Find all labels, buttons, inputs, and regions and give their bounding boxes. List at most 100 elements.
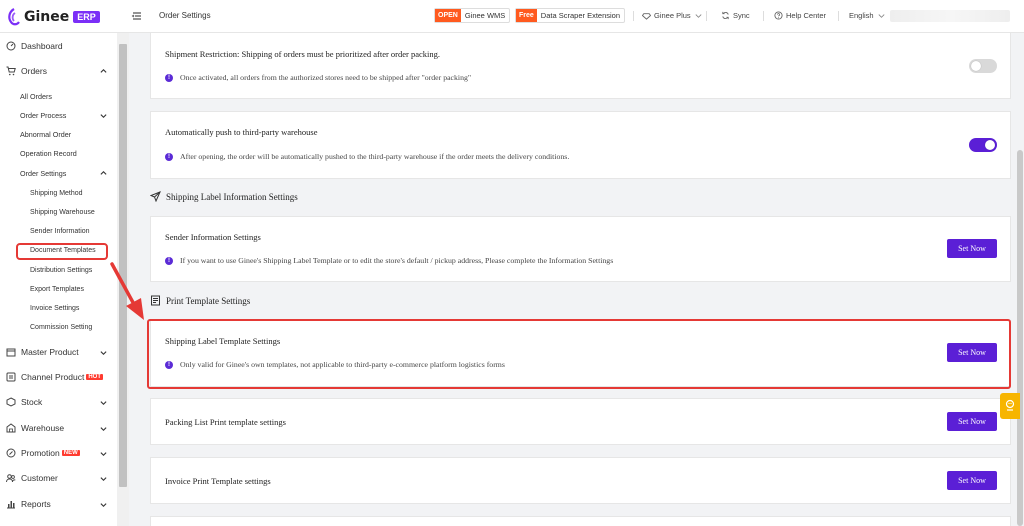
chevron-down-icon <box>100 502 107 507</box>
card-title: Sender Information Settings <box>165 232 261 242</box>
document-templates-highlight <box>16 243 108 260</box>
invoice-print-card: Invoice Print Template settings Set Now <box>150 457 1011 504</box>
card-note: ! Once activated, all orders from the au… <box>165 73 471 82</box>
sidebar-item-distribution-settings[interactable]: Distribution Settings <box>30 267 92 274</box>
scraper-label: Data Scraper Extension <box>540 11 621 20</box>
sidebar-label: Master Product <box>21 347 79 357</box>
page-scrollbar-thumb[interactable] <box>1017 150 1023 526</box>
help-center-link[interactable]: Help Center <box>774 11 826 20</box>
shipping-label-template-highlight <box>147 319 1011 389</box>
sidebar-item-sender-information[interactable]: Sender Information <box>30 228 90 235</box>
sidebar-label: Customer <box>21 473 58 483</box>
chevron-down-icon <box>100 451 107 456</box>
section-title: Print Template Settings <box>166 295 251 306</box>
shipping-label-info-heading: Shipping Label Information Settings <box>150 191 298 202</box>
toggle-knob <box>971 61 981 71</box>
sidebar-label: Orders <box>21 66 47 76</box>
ginee-logo[interactable]: Ginee ERP <box>6 6 100 28</box>
invoice-print-set-now-button[interactable]: Set Now <box>947 471 997 490</box>
sync-button[interactable]: Sync <box>721 11 750 20</box>
sidebar-item-invoice-settings[interactable]: Invoice Settings <box>30 305 79 312</box>
chevron-up-icon <box>100 68 107 73</box>
header-divider <box>838 11 839 21</box>
sync-label: Sync <box>733 11 750 20</box>
sender-info-set-now-button[interactable]: Set Now <box>947 239 997 258</box>
menu-collapse-icon[interactable] <box>131 10 143 22</box>
note-text: Once activated, all orders from the auth… <box>180 73 472 82</box>
next-settings-card <box>150 516 1011 526</box>
bar-chart-icon <box>7 501 15 509</box>
data-scraper-button[interactable]: Free Data Scraper Extension <box>515 8 626 23</box>
floating-helper-widget[interactable] <box>1000 393 1020 419</box>
chevron-down-icon <box>100 476 107 481</box>
sender-info-card: Sender Information Settings ! If you wan… <box>150 216 1011 282</box>
wms-open-tag: OPEN <box>435 9 461 22</box>
chevron-down-icon <box>100 426 107 431</box>
new-badge: NEW <box>61 450 80 456</box>
auto-push-toggle[interactable] <box>969 138 997 152</box>
sidebar-item-master-product[interactable]: Master Product <box>0 347 117 357</box>
sidebar-item-order-process[interactable]: Order Process <box>20 111 66 120</box>
ginee-logo-icon <box>8 8 20 26</box>
print-template-heading: Print Template Settings <box>150 295 250 306</box>
help-center-label: Help Center <box>786 11 827 20</box>
packing-list-set-now-button[interactable]: Set Now <box>947 412 997 431</box>
sidebar-item-orders[interactable]: Orders <box>0 66 117 76</box>
card-title: Packing List Print template settings <box>165 417 286 427</box>
send-icon <box>150 191 161 202</box>
card-note: ! After opening, the order will be autom… <box>165 152 569 161</box>
sidebar-item-reports[interactable]: Reports <box>0 499 117 509</box>
note-text: After opening, the order will be automat… <box>180 152 570 161</box>
logo-text: Ginee <box>24 9 70 25</box>
sidebar-item-commission-setting[interactable]: Commission Setting <box>30 324 92 331</box>
chevron-down-icon <box>695 14 702 18</box>
sidebar-label: Channel Product <box>21 372 85 382</box>
sidebar-item-shipping-method[interactable]: Shipping Method <box>30 190 83 197</box>
header-divider <box>706 11 707 21</box>
ginee-plus-menu[interactable]: Ginee Plus <box>642 11 703 20</box>
sidebar: Dashboard Orders All Orders Order Proces… <box>0 33 117 526</box>
toggle-knob <box>985 140 995 150</box>
document-icon <box>151 295 160 306</box>
ginee-plus-label: Ginee Plus <box>654 11 691 20</box>
sidebar-item-operation-record[interactable]: Operation Record <box>20 149 77 158</box>
sidebar-item-shipping-warehouse[interactable]: Shipping Warehouse <box>30 209 95 216</box>
sidebar-item-export-templates[interactable]: Export Templates <box>30 286 84 293</box>
card-title: Invoice Print Template settings <box>165 476 271 486</box>
user-account-blurred[interactable] <box>890 10 1010 22</box>
language-label: English <box>849 11 874 20</box>
sidebar-label: Dashboard <box>21 41 63 51</box>
note-text: If you want to use Ginee's Shipping Labe… <box>180 256 614 265</box>
helper-icon <box>1005 399 1015 411</box>
info-icon: ! <box>165 152 173 161</box>
sidebar-item-channel-product[interactable]: Channel Product HOT <box>0 372 117 382</box>
chevron-down-icon <box>878 14 885 18</box>
ginee-wms-button[interactable]: OPEN Ginee WMS <box>434 8 511 23</box>
sidebar-item-order-settings[interactable]: Order Settings <box>20 169 66 178</box>
chevron-down-icon <box>100 350 107 355</box>
box-icon <box>6 348 16 357</box>
info-icon: ! <box>165 256 173 265</box>
page-title: Order Settings <box>159 11 211 20</box>
shipment-restriction-toggle[interactable] <box>969 59 997 73</box>
hot-badge: HOT <box>86 374 103 380</box>
sidebar-item-stock[interactable]: Stock <box>0 397 117 407</box>
language-select[interactable]: English <box>849 11 886 20</box>
sidebar-item-promotion[interactable]: Promotion NEW <box>0 448 117 458</box>
sidebar-item-dashboard[interactable]: Dashboard <box>0 41 117 51</box>
sidebar-item-all-orders[interactable]: All Orders <box>20 92 52 101</box>
help-icon <box>774 11 783 20</box>
sidebar-label: Promotion <box>21 448 60 458</box>
header-divider <box>633 11 634 21</box>
dashboard-icon <box>6 41 16 51</box>
sidebar-item-warehouse[interactable]: Warehouse <box>0 423 117 433</box>
wms-label: Ginee WMS <box>464 11 506 20</box>
sidebar-item-abnormal-order[interactable]: Abnormal Order <box>20 130 71 139</box>
info-icon: ! <box>165 73 173 82</box>
sidebar-label: Stock <box>21 397 43 407</box>
sidebar-item-customer[interactable]: Customer <box>0 473 117 483</box>
header-divider <box>763 11 764 21</box>
sidebar-label: Warehouse <box>21 423 65 433</box>
section-title: Shipping Label Information Settings <box>166 191 298 202</box>
promotion-icon <box>6 448 16 458</box>
